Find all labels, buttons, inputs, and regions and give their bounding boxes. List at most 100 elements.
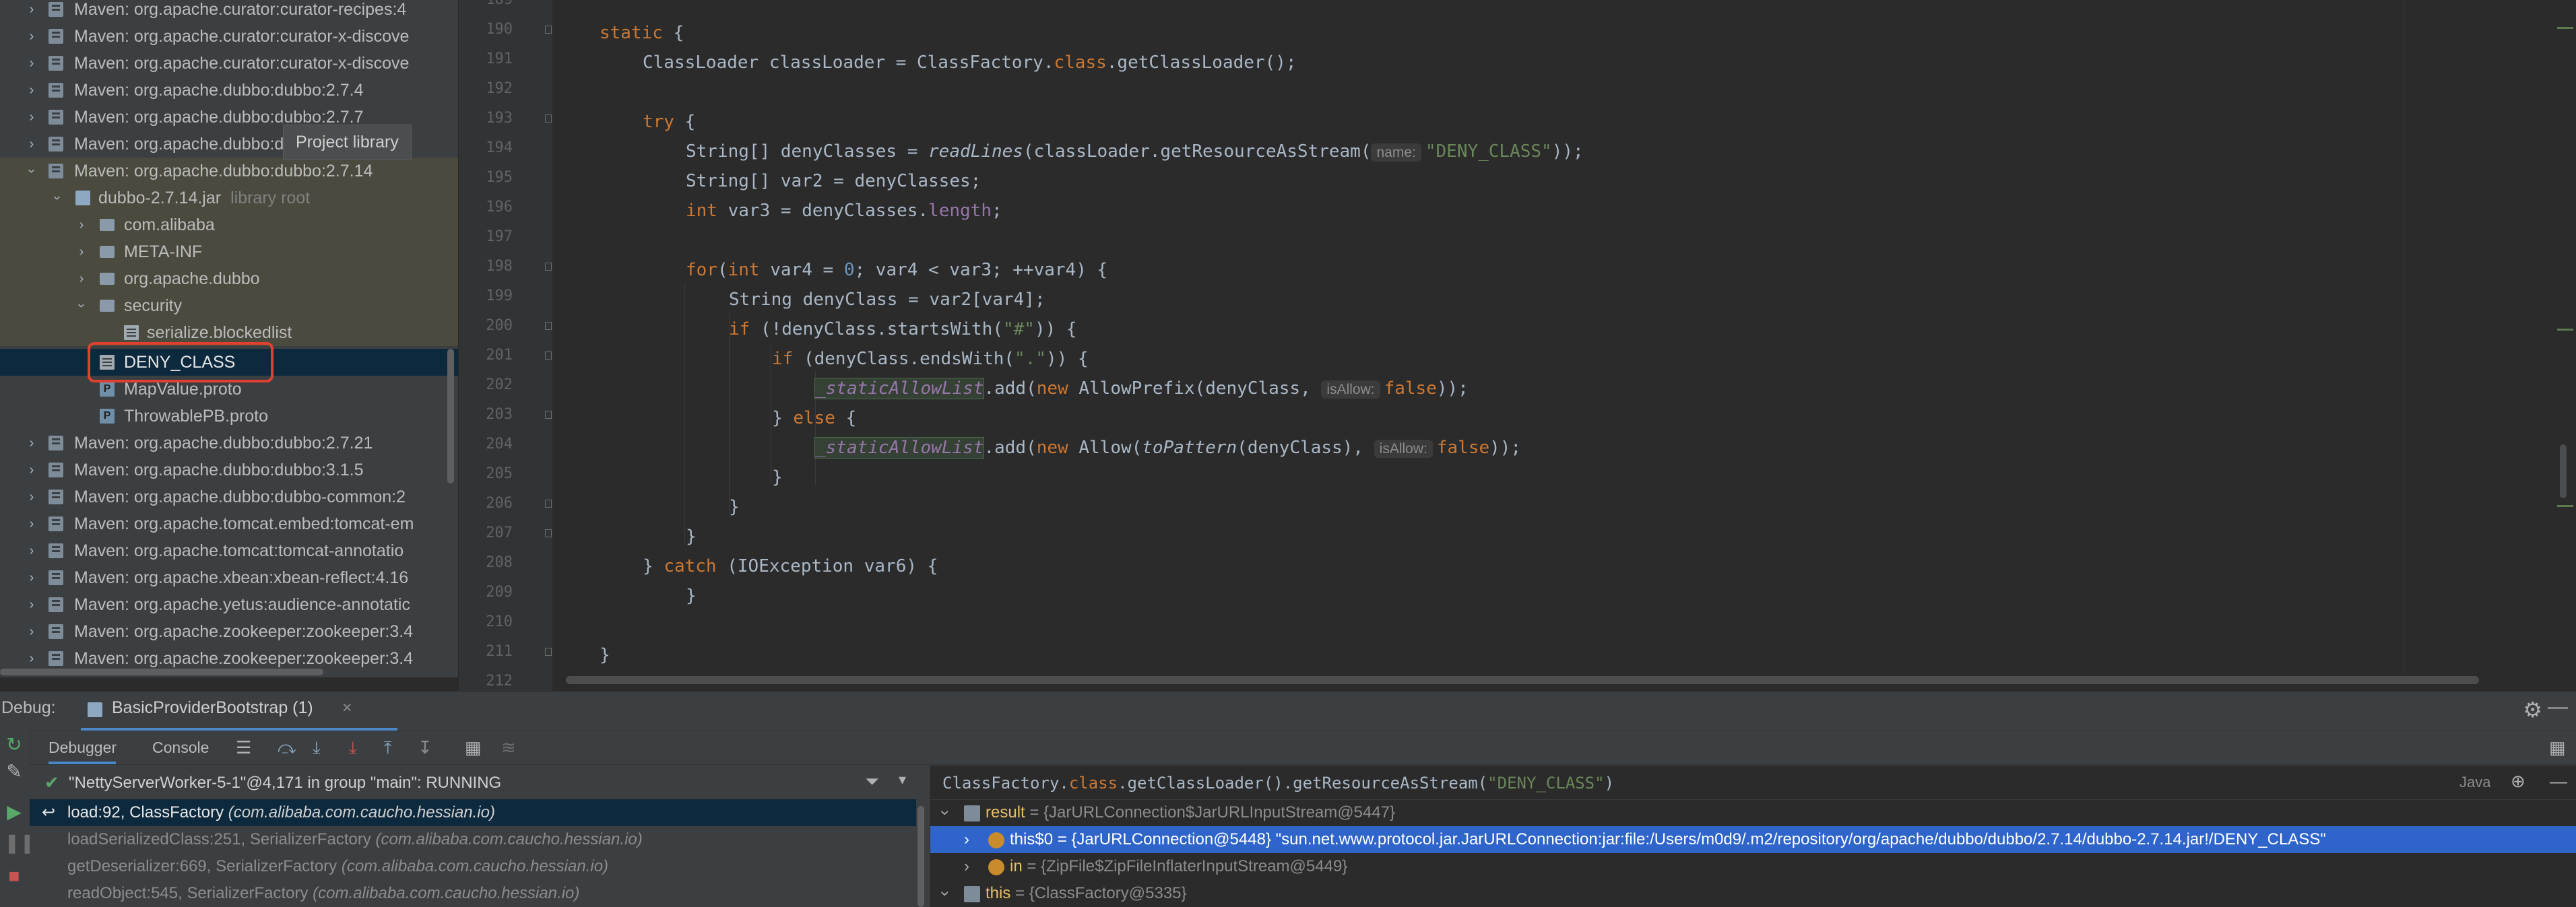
tree-row[interactable]: › Maven: org.apache.curator:curator-x-di… (0, 50, 458, 77)
chevron-right-icon[interactable]: › (73, 211, 90, 238)
stack-frame[interactable]: loadSerializedClass:251, SerializerFacto… (30, 826, 916, 853)
chevron-right-icon[interactable]: › (23, 591, 40, 618)
chevron-right-icon[interactable]: › (23, 483, 40, 510)
chevron-down-icon[interactable]: › (932, 891, 959, 896)
editor-vertical-scrollbar[interactable] (2560, 444, 2567, 498)
chevron-down-icon[interactable]: › (18, 162, 45, 180)
fold-marker[interactable] (545, 26, 552, 34)
chevron-right-icon[interactable]: › (23, 0, 40, 23)
code-line-201[interactable]: if (denyClass.endsWith(".")) { (772, 344, 1089, 374)
close-tab-icon[interactable]: × (342, 698, 352, 718)
fold-marker[interactable] (545, 263, 552, 271)
tree-row[interactable]: › Maven: org.apache.zookeeper:zookeeper:… (0, 618, 458, 645)
chevron-right-icon[interactable]: › (23, 564, 40, 591)
filter-icon[interactable]: ⏷ (865, 771, 879, 793)
fold-marker[interactable] (545, 529, 552, 537)
chevron-down-icon[interactable]: › (44, 189, 71, 207)
code-line-203[interactable]: } else { (772, 403, 856, 433)
chevron-right-icon[interactable]: › (23, 457, 40, 483)
tree-row-jar[interactable]: › dubbo-2.7.14.jar library root (0, 184, 458, 211)
chevron-right-icon[interactable]: › (23, 618, 40, 645)
editor-gutter[interactable]: 189 190 191 192 193 194 195 196 197 198 … (458, 0, 553, 691)
fold-marker[interactable] (545, 500, 552, 508)
tree-row[interactable]: › Maven: org.apache.curator:curator-reci… (0, 0, 458, 23)
tree-row[interactable]: P ThrowablePB.proto (0, 403, 458, 430)
code-line-206[interactable]: } (729, 492, 740, 522)
variable-row[interactable]: › result = {JarURLConnection$JarURLInput… (930, 799, 2576, 826)
error-stripe-mark[interactable] (2557, 505, 2573, 507)
code-line-202[interactable]: _staticAllowList.add(new AllowPrefix(den… (814, 374, 1469, 403)
code-line-191[interactable]: ClassLoader classLoader = ClassFactory.c… (643, 48, 1297, 77)
error-stripe-mark[interactable] (2557, 329, 2573, 331)
variable-row[interactable]: › in = {ZipFile$ZipFileInflaterInputStre… (930, 853, 2576, 880)
tree-row[interactable]: › Maven: org.apache.xbean:xbean-reflect:… (0, 564, 458, 591)
tree-row[interactable]: › com.alibaba (0, 211, 458, 238)
fold-marker[interactable] (545, 351, 552, 360)
stack-frame[interactable]: readObject:545, SerializerFactory (com.a… (30, 880, 916, 907)
frames-scrollbar[interactable] (917, 806, 924, 907)
chevron-right-icon[interactable]: › (964, 826, 969, 853)
chevron-right-icon[interactable]: › (73, 265, 90, 292)
tree-row[interactable]: › Maven: org.apache.dubbo:dubbo-common:2 (0, 483, 458, 510)
menu-icon[interactable]: ☰ (236, 737, 251, 758)
tab-console[interactable]: Console (152, 731, 209, 764)
code-line-211[interactable]: } (600, 640, 610, 670)
force-step-into-icon[interactable]: ⤓ (349, 737, 357, 759)
tree-row[interactable]: › org.apache.dubbo (0, 265, 458, 292)
chevron-right-icon[interactable]: › (964, 853, 969, 880)
variable-row[interactable]: › this = {ClassFactory@5335} (930, 880, 2576, 907)
tree-row-expanded[interactable]: › Maven: org.apache.dubbo:dubbo:2.7.14 (0, 158, 458, 184)
tree-row[interactable]: › Maven: org.apache.dubbo:dubbo:2.7.4 (0, 77, 458, 104)
variable-row-selected[interactable]: › this$0 = {JarURLConnection@5448} "sun.… (930, 826, 2576, 853)
debug-session-tab[interactable]: BasicProviderBootstrap (1) × (81, 692, 397, 731)
tree-row[interactable]: › Maven: org.apache.zookeeper:zookeeper:… (0, 645, 458, 672)
trace-icon[interactable]: ≋ (501, 737, 516, 758)
error-stripe-mark[interactable] (2557, 27, 2573, 29)
stack-frame-selected[interactable]: ↩ load:92, ClassFactory (com.alibaba.com… (30, 799, 916, 826)
tree-row[interactable]: › Maven: org.apache.dubbo:dubbo:3.1.5 (0, 457, 458, 483)
tree-row[interactable]: › META-INF (0, 238, 458, 265)
code-line-207[interactable]: } (686, 522, 697, 551)
code-line-205[interactable]: } (772, 463, 783, 492)
code-line-208[interactable]: } catch (IOException var6) { (643, 551, 938, 581)
tree-row-expanded[interactable]: › security (0, 292, 458, 319)
chevron-right-icon[interactable]: › (23, 645, 40, 672)
code-line-196[interactable]: int var3 = denyClasses.length; (686, 196, 1002, 226)
chevron-right-icon[interactable]: › (23, 510, 40, 537)
step-over-icon[interactable]: ⤼ (278, 737, 296, 759)
code-line-209[interactable]: } (686, 581, 697, 611)
project-tree[interactable]: › Maven: org.apache.curator:curator-reci… (0, 0, 458, 677)
evaluate-expression-input[interactable]: ClassFactory.class.getClassLoader().getR… (930, 766, 2576, 800)
tree-vertical-scrollbar[interactable] (447, 349, 454, 483)
chevron-down-icon[interactable]: › (68, 297, 95, 314)
code-line-204[interactable]: _staticAllowList.add(new Allow(toPattern… (814, 433, 1521, 463)
code-line-198[interactable]: for(int var4 = 0; var4 < var3; ++var4) { (686, 255, 1107, 285)
tree-horizontal-scrollbar[interactable] (0, 669, 323, 675)
stop-icon[interactable]: ■ (4, 865, 24, 887)
fold-marker[interactable] (545, 411, 552, 419)
chevron-right-icon[interactable]: › (73, 238, 90, 265)
wrench-icon[interactable]: ✎ (4, 760, 24, 782)
step-into-icon[interactable]: ⤓ (313, 737, 321, 759)
chevron-right-icon[interactable]: › (23, 77, 40, 104)
pause-icon[interactable]: ❚❚ (4, 832, 36, 854)
chevron-down-icon[interactable]: › (932, 810, 959, 815)
fold-marker[interactable] (545, 114, 552, 123)
tree-row[interactable]: › Maven: org.apache.tomcat.embed:tomcat-… (0, 510, 458, 537)
tree-row[interactable]: › Maven: org.apache.curator:curator-x-di… (0, 23, 458, 50)
layout-icon[interactable]: ▦ (2549, 737, 2566, 758)
code-line-195[interactable]: String[] var2 = denyClasses; (686, 166, 981, 196)
tree-row[interactable]: › Maven: org.apache.dubbo:dubbo:2.7.21 (0, 430, 458, 457)
run-to-cursor-icon[interactable]: ↧ (418, 737, 432, 758)
gear-icon[interactable]: ⚙ (2523, 697, 2542, 723)
chevron-right-icon[interactable]: › (23, 430, 40, 457)
code-line-190[interactable]: static { (600, 18, 684, 48)
tree-row[interactable]: › Maven: org.apache.yetus:audience-annot… (0, 591, 458, 618)
chevron-right-icon[interactable]: › (23, 104, 40, 131)
fold-marker[interactable] (545, 648, 552, 656)
add-watch-icon[interactable]: ⊕ (2511, 771, 2525, 792)
chevron-right-icon[interactable]: › (23, 537, 40, 564)
thread-selector[interactable]: ✔ "NettyServerWorker-5-1"@4,171 in group… (30, 766, 916, 800)
stack-frame[interactable]: getDeserializer:669, SerializerFactory (… (30, 853, 916, 880)
code-line-200[interactable]: if (!denyClass.startsWith("#")) { (729, 314, 1077, 344)
